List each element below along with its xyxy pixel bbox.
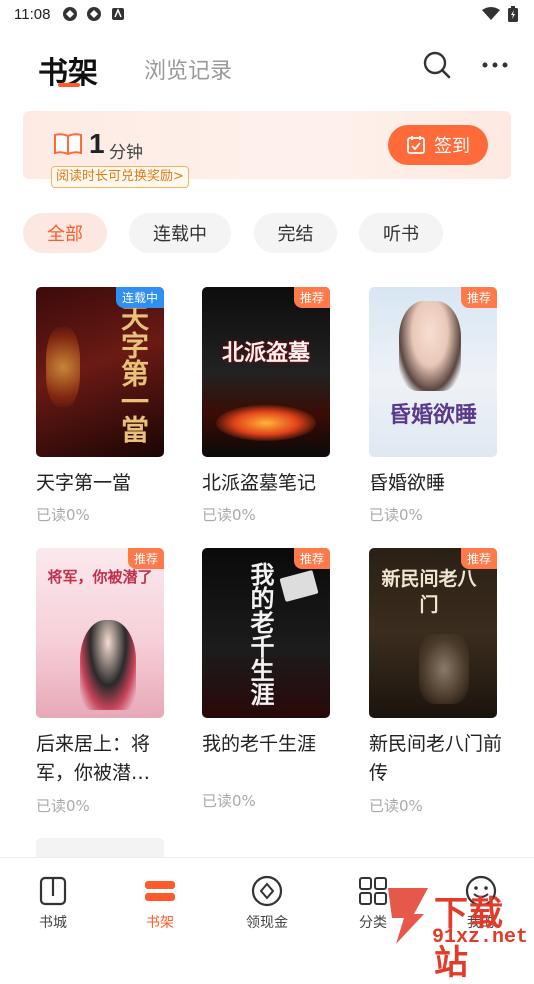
nav-cash[interactable]: 领现金	[232, 874, 302, 932]
book-cover[interactable]: 北派盗墓 推荐	[202, 287, 330, 457]
nav-label: 领现金	[246, 915, 288, 931]
watermark-url: 91xz.net	[432, 926, 529, 949]
calendar-check-icon	[407, 136, 425, 154]
book-cover[interactable]: 新民间老八门 推荐	[369, 548, 497, 718]
book-cover[interactable]: 我的老千生涯 推荐	[202, 548, 330, 718]
checkin-label: 签到	[434, 136, 470, 157]
cover-title: 天字第一當	[117, 303, 150, 443]
app-notification-icon	[110, 6, 126, 22]
coin-icon	[251, 875, 283, 907]
filter-completed[interactable]: 完结	[254, 213, 337, 253]
recommend-badge: 推荐	[460, 548, 497, 569]
nav-label: 书城	[39, 915, 67, 931]
reading-progress: 已读0%	[369, 797, 423, 815]
notification-icon	[62, 6, 78, 22]
book-icon	[39, 876, 67, 906]
reading-progress: 已读0%	[36, 506, 90, 524]
book-item[interactable]: 新民间老八门 推荐 新民间老八门前传 已读0%	[369, 548, 502, 818]
tab-browse-history[interactable]: 浏览记录	[144, 53, 232, 85]
nav-bookshelf[interactable]: 书架	[125, 874, 195, 932]
book-title[interactable]: 后来居上：将军，你被潜…	[36, 730, 176, 788]
book-title[interactable]: 天字第一當	[36, 469, 176, 498]
filter-serializing[interactable]: 连载中	[129, 213, 231, 253]
reading-progress: 已读0%	[202, 506, 256, 524]
site-watermark: 下载站 91xz.net	[384, 884, 534, 983]
status-time: 11:08	[14, 5, 51, 23]
book-cover[interactable]: 将军，你被潜了 推荐	[36, 548, 164, 718]
book-item[interactable]: 北派盗墓 推荐 北派盗墓笔记 已读0%	[202, 287, 332, 537]
header: 书架 浏览记录	[0, 40, 534, 96]
status-bar: 11:08	[0, 0, 534, 28]
recommend-badge: 推荐	[460, 287, 497, 308]
reading-minutes: 1	[89, 128, 105, 159]
filter-all[interactable]: 全部	[23, 213, 107, 253]
book-title[interactable]: 我的老千生涯	[202, 730, 342, 759]
cover-title: 新民间老八门	[381, 568, 477, 616]
search-icon[interactable]	[422, 50, 452, 80]
notification-icon	[86, 6, 102, 22]
recommend-badge: 推荐	[293, 548, 330, 569]
watermark-logo-icon	[388, 888, 428, 944]
nav-label: 书架	[146, 915, 174, 931]
book-item[interactable]: 我的老千生涯 推荐 我的老千生涯 已读0%	[202, 548, 332, 818]
reading-progress: 已读0%	[369, 506, 423, 524]
book-title[interactable]: 新民间老八门前传	[369, 730, 509, 788]
book-item[interactable]: 昏婚欲睡 推荐 昏婚欲睡 已读0%	[369, 287, 499, 537]
battery-icon	[508, 6, 518, 26]
reading-progress: 已读0%	[202, 792, 256, 810]
bookshelf-icon	[145, 881, 175, 901]
filter-audiobook[interactable]: 听书	[359, 213, 443, 253]
book-title[interactable]: 昏婚欲睡	[369, 469, 509, 498]
cover-title: 我的老千生涯	[246, 562, 275, 706]
status-badge: 连载中	[115, 287, 164, 308]
nav-bookstore[interactable]: 书城	[18, 874, 88, 932]
cover-title: 北派盗墓	[221, 340, 310, 366]
reward-link[interactable]: 阅读时长可兑换奖励>	[51, 166, 189, 188]
reading-unit: 分钟	[109, 143, 143, 163]
more-icon[interactable]	[478, 50, 512, 80]
book-title[interactable]: 北派盗墓笔记	[202, 469, 342, 498]
cover-title: 将军，你被潜了	[47, 568, 153, 586]
open-book-icon	[54, 133, 82, 156]
tab-active-indicator	[58, 83, 80, 87]
book-item[interactable]: 将军，你被潜了 推荐 后来居上：将军，你被潜… 已读0%	[36, 548, 166, 818]
wifi-icon	[482, 7, 500, 25]
recommend-badge: 推荐	[127, 548, 164, 569]
book-cover[interactable]: 昏婚欲睡 推荐	[369, 287, 497, 457]
checkin-button[interactable]: 签到	[388, 125, 488, 165]
book-cover[interactable]: 天字第一當 连载中	[36, 287, 164, 457]
cover-title: 昏婚欲睡	[388, 402, 477, 428]
reading-time-banner[interactable]: 1 分钟 阅读时长可兑换奖励> 签到	[23, 111, 511, 188]
reading-progress: 已读0%	[36, 797, 90, 815]
book-item[interactable]: 天字第一當 连载中 天字第一當 已读0%	[36, 287, 166, 537]
recommend-badge: 推荐	[293, 287, 330, 308]
